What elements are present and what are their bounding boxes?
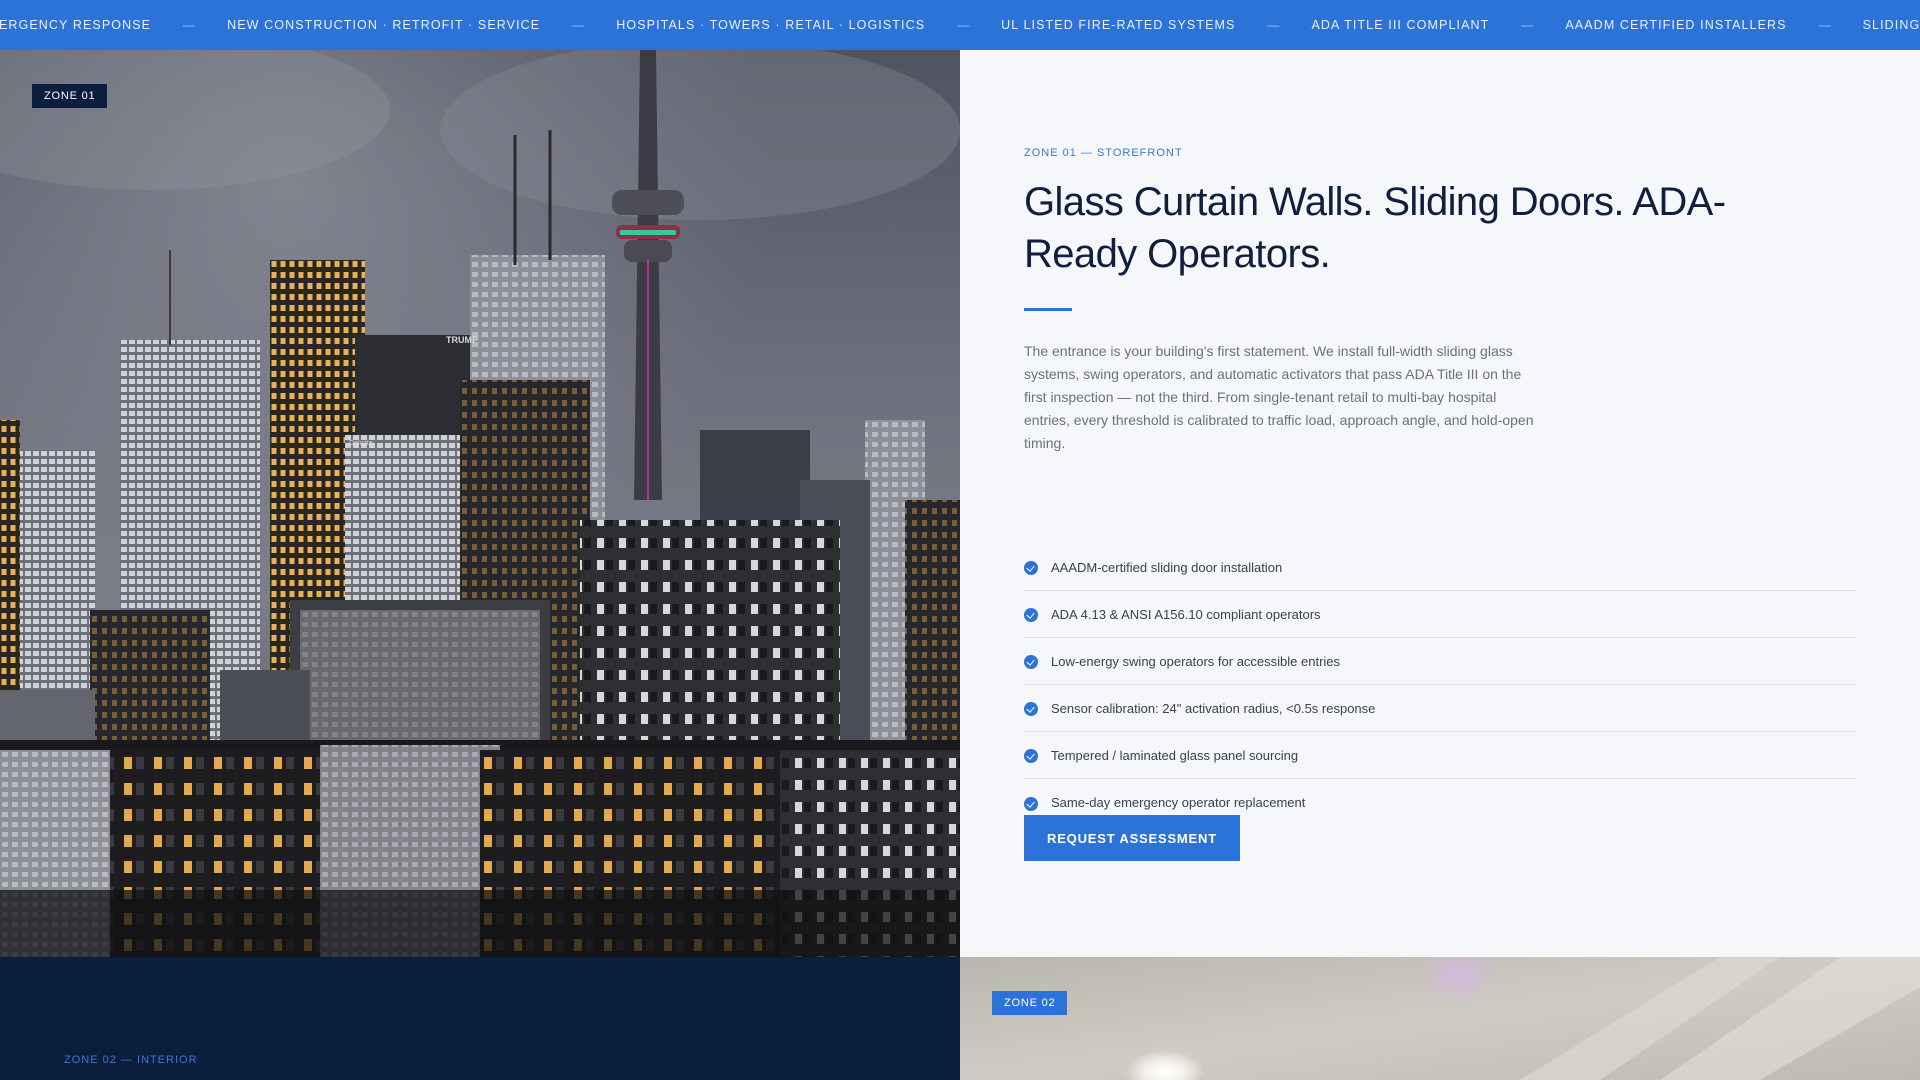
ticker-item: Emergency Response bbox=[0, 18, 152, 32]
ticker-separator: — bbox=[1521, 18, 1534, 32]
ticker-item: Hospitals · Towers · Retail · Logistics bbox=[616, 18, 926, 32]
storefront-section: Zone 01 — Storefront Glass Curtain Walls… bbox=[960, 50, 1920, 957]
feature-label: ADA 4.13 & ANSI A156.10 compliant operat… bbox=[1051, 606, 1321, 622]
section-headline: Glass Curtain Walls. Sliding Doors. ADA-… bbox=[1024, 180, 1726, 276]
interior-photo bbox=[960, 957, 1920, 1080]
feature-label: Same-day emergency operator replacement bbox=[1051, 795, 1306, 810]
ticker-item: Sliding · Swing · Roll-Up · Barrier Arms bbox=[1862, 18, 1920, 32]
ticker-separator: — bbox=[1267, 18, 1280, 32]
check-circle-icon bbox=[1024, 749, 1038, 763]
ticker-track: Emergency Response — New Construction · Re… bbox=[0, 0, 1920, 50]
zone-01-tag: Zone 01 bbox=[32, 84, 108, 108]
feature-item: Tempered / laminated glass panel sourcin… bbox=[1024, 732, 1856, 779]
ticker-item: AAADM Certified Installers bbox=[1565, 18, 1787, 32]
feature-label: AAADM-certified sliding door installatio… bbox=[1051, 559, 1283, 575]
interior-section: Zone 02 — Interior bbox=[0, 957, 960, 1080]
ticker-separator: — bbox=[183, 18, 196, 32]
ticker-separator: — bbox=[1818, 18, 1831, 32]
announcement-ticker: Emergency Response — New Construction · Re… bbox=[0, 0, 1920, 50]
interior-eyebrow: Zone 02 — Interior bbox=[64, 1054, 198, 1066]
feature-label: Sensor calibration: 24" activation radiu… bbox=[1051, 700, 1376, 716]
ticker-item: New Construction · Retrofit · Service bbox=[227, 18, 541, 32]
feature-item: Low-energy swing operators for accessibl… bbox=[1024, 638, 1856, 685]
feature-list: AAADM-certified sliding door installatio… bbox=[1024, 544, 1856, 826]
feature-item: AAADM-certified sliding door installatio… bbox=[1024, 544, 1856, 591]
check-circle-icon bbox=[1024, 796, 1038, 811]
feature-label: Tempered / laminated glass panel sourcin… bbox=[1051, 747, 1299, 763]
feature-item: ADA 4.13 & ANSI A156.10 compliant operat… bbox=[1024, 591, 1856, 638]
section-body: The entrance is your building's first st… bbox=[1024, 343, 1534, 451]
headline-divider bbox=[1024, 308, 1072, 311]
section-eyebrow: Zone 01 — Storefront bbox=[1024, 147, 1183, 159]
ceiling-image bbox=[960, 957, 1920, 1080]
check-circle-icon bbox=[1024, 561, 1038, 575]
city-skyline-image: TRUMP Deloitte. bbox=[0, 50, 960, 957]
zone-02-tag: Zone 02 bbox=[992, 991, 1068, 1015]
ticker-item: ADA Title III Compliant bbox=[1311, 18, 1490, 32]
check-circle-icon bbox=[1024, 702, 1038, 716]
check-circle-icon bbox=[1024, 655, 1038, 669]
ticker-item: UL Listed Fire-Rated Systems bbox=[1001, 18, 1236, 32]
ticker-separator: — bbox=[572, 18, 585, 32]
ticker-separator: — bbox=[957, 18, 970, 32]
skyline-photo: TRUMP Deloitte. bbox=[0, 50, 960, 957]
feature-label: Low-energy swing operators for accessibl… bbox=[1051, 653, 1341, 669]
photo-sign-deloitte: Deloitte. bbox=[349, 440, 375, 447]
feature-item: Sensor calibration: 24" activation radiu… bbox=[1024, 685, 1856, 732]
photo-sign-trump: TRUMP bbox=[446, 335, 478, 345]
request-assessment-button[interactable]: Request Assessment bbox=[1024, 815, 1240, 861]
check-circle-icon bbox=[1024, 608, 1038, 622]
